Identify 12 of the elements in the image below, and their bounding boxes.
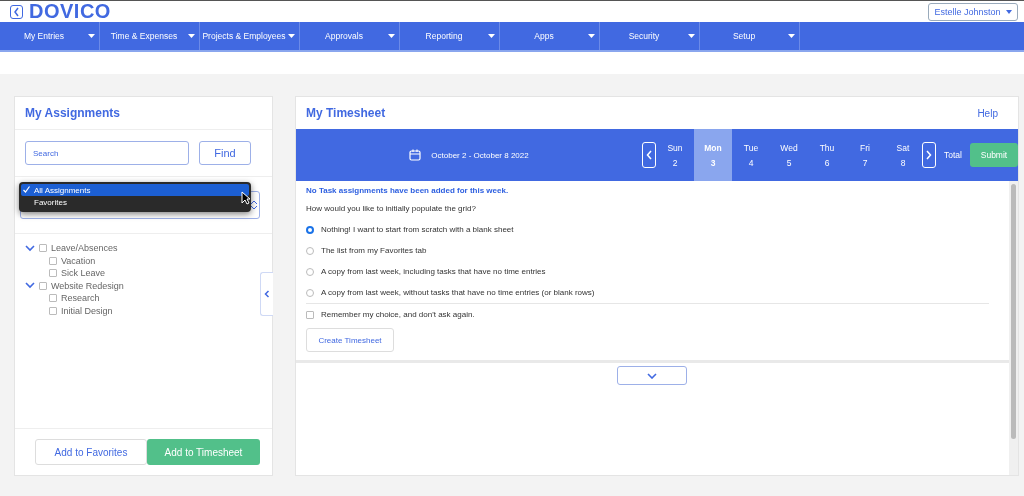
date-range: October 2 - October 8 2022: [431, 150, 529, 160]
panel-title: My Timesheet: [306, 106, 386, 120]
question-text: How would you like to initially populate the grid?: [306, 204, 477, 213]
logo: DOVICO: [29, 0, 111, 23]
panel-title: My Assignments: [25, 106, 120, 120]
notice-text: No Task assignments have been added for this week.: [306, 186, 510, 195]
total-label: Total: [944, 150, 962, 160]
option-label: The list from my Favorites tab: [321, 246, 427, 255]
option-label: A copy from last week, without tasks that have no time entries (or blank rows): [321, 288, 595, 297]
option-label: Nothing! I want to start from scratch with a blank sheet: [321, 225, 514, 234]
checkbox-label: Remember my choice, and don't ask again.: [321, 310, 475, 319]
option-label: A copy from last week, including tasks that have no time entries: [321, 267, 546, 276]
